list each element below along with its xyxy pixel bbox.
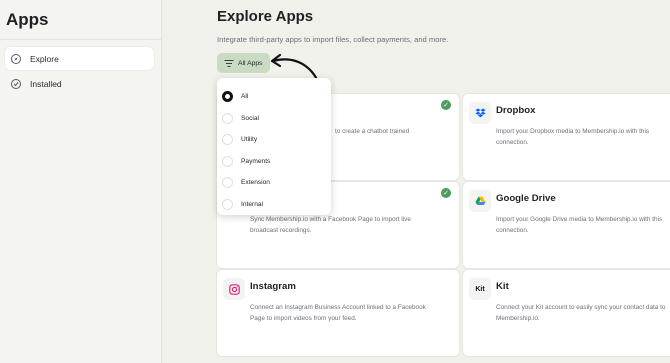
radio-icon [222,198,233,210]
filter-option-extension[interactable]: Extension [217,172,331,194]
filter-dropdown-menu: All Social Utility Payments Extension In… [217,78,331,215]
radio-icon [222,91,233,103]
app-card-dropbox[interactable]: Dropbox Import your Dropbox media to Mem… [462,93,670,181]
radio-icon [222,155,233,167]
card-title: Dropbox [496,105,536,116]
app-card-google-drive[interactable]: Google Drive Import your Google Drive me… [462,181,670,269]
filter-option-label: Payments [241,157,271,165]
kit-logo-text: Kit [475,285,485,293]
dropbox-icon [469,102,491,124]
card-description: Import your Dropbox media to Membership.… [496,128,650,146]
sidebar-item-label: Explore [30,53,59,64]
filter-option-utility[interactable]: Utility [217,129,331,151]
page-subtitle: Integrate third-party apps to import fil… [217,35,449,44]
app-card-instagram[interactable]: Instagram Connect an Instagram Business … [216,269,460,357]
filter-option-internal[interactable]: Internal [217,194,331,216]
app-card-kit[interactable]: Kit Kit Connect your Kit account to easi… [462,269,670,357]
sidebar: Apps Explore Installed [0,0,162,363]
filter-option-label: All [241,93,249,101]
filter-icon [224,59,233,67]
card-title: Kit [496,281,509,292]
card-description: to create a chatbot trained [335,128,410,135]
radio-icon [222,112,233,124]
radio-icon [222,134,233,146]
sidebar-divider [0,39,161,40]
kit-icon: Kit [469,278,491,300]
compass-icon [11,53,21,64]
sidebar-item-label: Installed [30,78,62,89]
sidebar-item-explore[interactable]: Explore [5,47,154,70]
filter-button-label: All Apps [238,59,263,67]
check-circle-icon [11,78,21,89]
filter-option-label: Social [241,114,259,122]
card-description: Import your Google Drive media to Member… [496,216,663,234]
filter-option-label: Internal [241,200,263,208]
filter-option-social[interactable]: Social [217,108,331,130]
filter-option-label: Extension [241,179,270,187]
installed-check-icon: ✓ [441,100,451,110]
installed-check-icon: ✓ [441,188,451,198]
filter-option-all[interactable]: All [217,86,331,108]
instagram-icon [223,278,245,300]
filter-option-label: Utility [241,136,258,144]
sidebar-title: Apps [6,10,49,29]
card-description: Sync Membership.io with a Facebook Page … [250,216,411,234]
google-drive-icon [469,190,491,212]
sidebar-item-installed[interactable]: Installed [5,72,154,95]
card-description: Connect your Kit account to easily sync … [496,304,666,322]
radio-icon [222,177,233,189]
page-title: Explore Apps [217,8,314,25]
filter-option-payments[interactable]: Payments [217,151,331,173]
card-title: Google Drive [496,193,556,204]
card-title: Instagram [250,281,296,292]
card-description: Connect an Instagram Business Account li… [250,304,426,322]
